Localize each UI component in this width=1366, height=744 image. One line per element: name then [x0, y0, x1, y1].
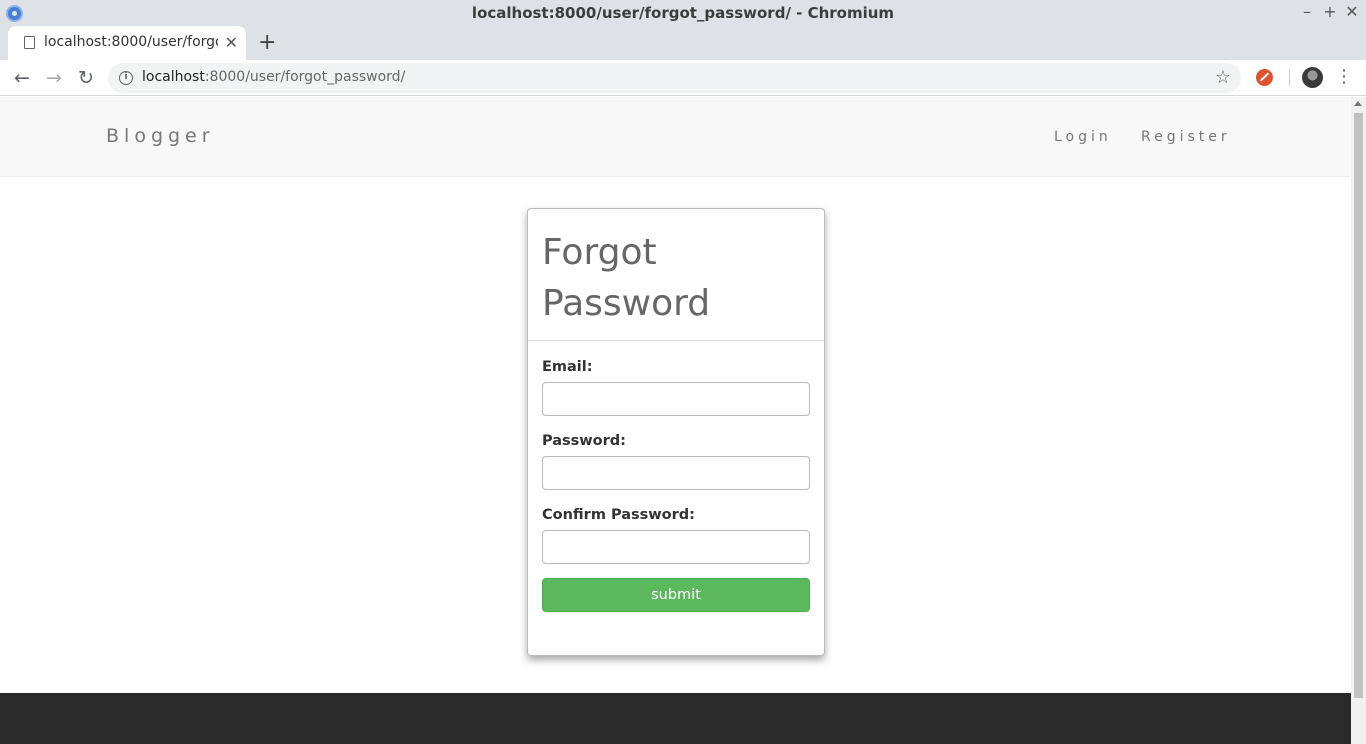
address-bar[interactable]: i localhost:8000/user/forgot_password/ ☆ [108, 63, 1241, 93]
nav-login-link[interactable]: Login [1054, 129, 1112, 145]
site-footer [0, 693, 1351, 744]
maximize-button[interactable]: + [1321, 3, 1339, 21]
site-info-icon[interactable]: i [119, 71, 133, 85]
password-label: Password: [542, 433, 626, 449]
page-icon [24, 36, 35, 49]
toolbar-separator [1289, 70, 1290, 86]
tab-strip: localhost:8000/user/forgot_password/ ✕ + [0, 26, 1366, 60]
browser-tab[interactable]: localhost:8000/user/forgot_password/ ✕ [8, 26, 246, 60]
scrollbar-thumb[interactable] [1354, 113, 1363, 698]
profile-avatar[interactable] [1302, 67, 1323, 88]
nav-register-link[interactable]: Register [1141, 129, 1231, 145]
password-field[interactable] [542, 456, 810, 490]
page-scrollbar[interactable] [1351, 97, 1366, 744]
page-content: Blogger Login Register Forgot Password E… [0, 97, 1351, 744]
back-button[interactable]: ← [10, 66, 34, 90]
browser-toolbar: ← → ↻ i localhost:8000/user/forgot_passw… [0, 60, 1366, 96]
window-titlebar: localhost:8000/user/forgot_password/ - C… [0, 0, 1366, 26]
submit-button[interactable]: submit [542, 578, 810, 612]
email-field[interactable] [542, 382, 810, 416]
tab-title: localhost:8000/user/forgot_password/ [44, 34, 218, 50]
card-header: Forgot Password [528, 209, 824, 341]
extension-icon[interactable] [1256, 69, 1273, 86]
forgot-password-card: Forgot Password Email: Password: Confirm… [527, 208, 825, 656]
url-path: :8000/user/forgot_password/ [204, 69, 406, 85]
scroll-up-arrow[interactable] [1354, 101, 1362, 106]
new-tab-button[interactable]: + [258, 30, 276, 55]
site-brand[interactable]: Blogger [106, 125, 215, 147]
email-label: Email: [542, 359, 593, 375]
browser-menu-icon[interactable]: ⋮ [1335, 66, 1353, 87]
url-text[interactable]: localhost:8000/user/forgot_password/ [142, 69, 405, 85]
bookmark-star-icon[interactable]: ☆ [1215, 67, 1231, 88]
confirm-password-label: Confirm Password: [542, 507, 695, 523]
window-title: localhost:8000/user/forgot_password/ - C… [471, 4, 895, 22]
close-window-button[interactable]: ✕ [1343, 3, 1361, 21]
confirm-password-field[interactable] [542, 530, 810, 564]
page-title: Forgot Password [542, 232, 711, 324]
url-host: localhost [142, 69, 205, 85]
tab-close-icon[interactable]: ✕ [225, 33, 238, 52]
minimize-button[interactable]: – [1298, 3, 1316, 21]
forward-button[interactable]: → [42, 66, 66, 90]
site-navbar: Blogger Login Register [0, 97, 1351, 177]
reload-button[interactable]: ↻ [74, 66, 98, 90]
